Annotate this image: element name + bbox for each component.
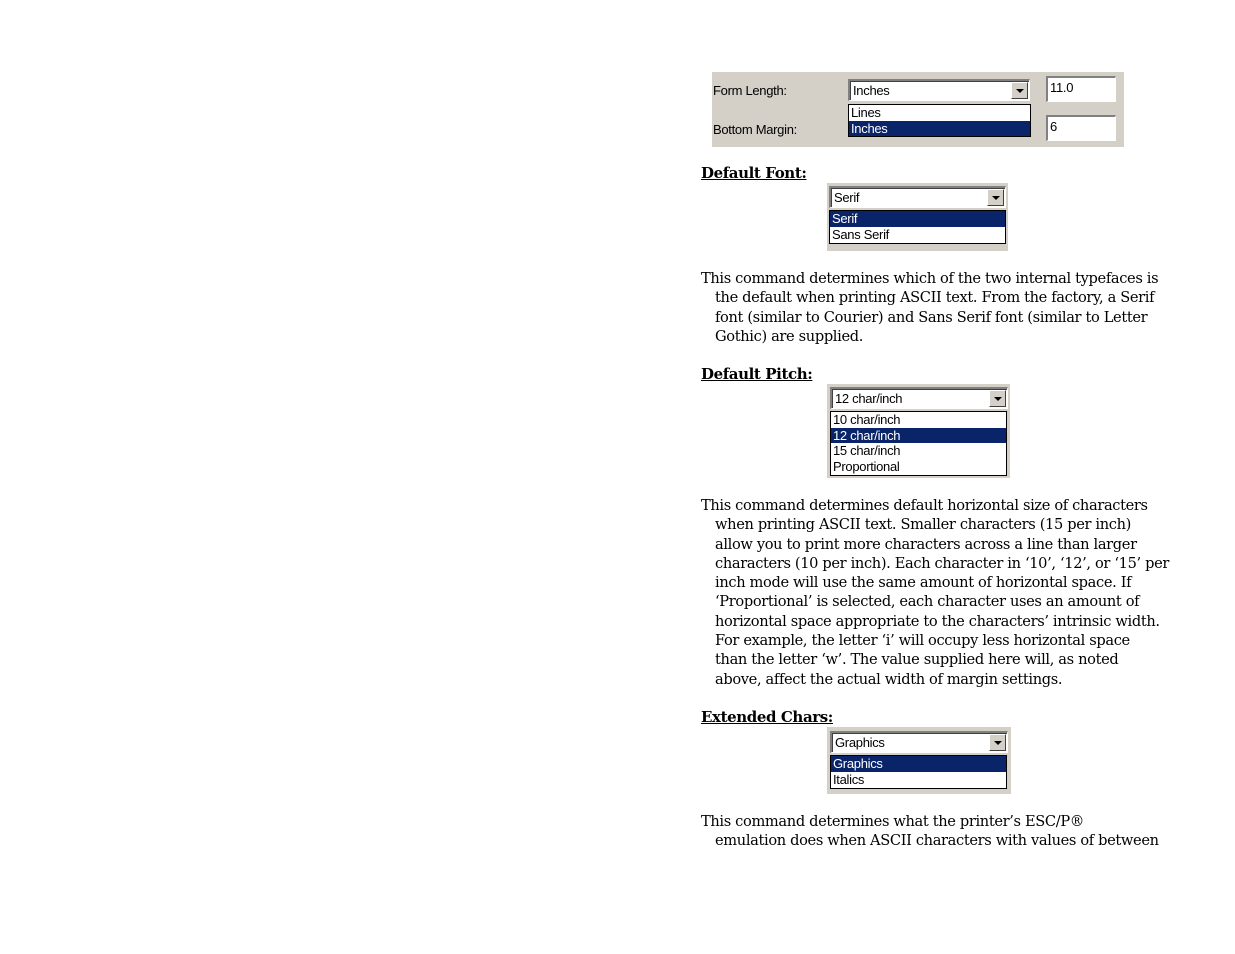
dropdown-option-15-cpi[interactable]: 15 char/inch [831,443,1006,459]
default-pitch-description: This command determines default horizont… [701,496,1169,689]
dropdown-option-graphics[interactable]: Graphics [831,756,1006,772]
paragraph-line: the default when printing ASCII text. Fr… [715,289,1155,307]
paragraph-line: Gothic) are supplied. [715,327,864,345]
extended-chars-value: Graphics [835,735,885,750]
bottom-margin-value: 6 [1050,119,1057,134]
default-font-value: Serif [834,190,860,205]
chevron-down-icon[interactable] [987,189,1004,206]
form-settings-panel: Form Length: Bottom Margin: Inches Lines… [712,72,1124,147]
chevron-down-icon[interactable] [989,390,1006,407]
default-pitch-control: 12 char/inch 10 char/inch 12 char/inch 1… [827,384,1010,478]
dropdown-option-sans-serif[interactable]: Sans Serif [830,227,1005,243]
extended-chars-description: This command determines what the printer… [701,812,1159,851]
default-font-description: This command determines which of the two… [701,269,1159,346]
default-pitch-dropdown: 10 char/inch 12 char/inch 15 char/inch P… [830,411,1007,476]
form-length-unit-value: Inches [853,83,890,98]
bottom-margin-input[interactable]: 6 [1046,115,1116,141]
paragraph-line: than the letter ‘w’. The value supplied … [715,651,1119,669]
paragraph-line: This command determines which of the two… [701,270,1159,287]
form-length-unit-dropdown: Lines Inches [848,104,1031,137]
chevron-down-icon[interactable] [1011,82,1028,99]
paragraph-line: when printing ASCII text. Smaller charac… [715,516,1131,534]
form-length-value: 11.0 [1050,80,1074,95]
default-pitch-heading: Default Pitch: [701,365,813,383]
form-length-unit-select[interactable]: Inches [848,79,1030,101]
dropdown-option-10-cpi[interactable]: 10 char/inch [831,412,1006,428]
dropdown-option-inches[interactable]: Inches [849,120,1030,136]
dropdown-option-serif[interactable]: Serif [830,211,1005,227]
default-pitch-select[interactable]: 12 char/inch [830,387,1008,409]
paragraph-line: ‘Proportional’ is selected, each charact… [715,593,1140,611]
paragraph-line: inch mode will use the same amount of ho… [715,574,1132,592]
extended-chars-dropdown: Graphics Italics [830,755,1007,789]
form-length-input[interactable]: 11.0 [1046,76,1116,102]
dropdown-option-lines[interactable]: Lines [849,105,1030,121]
paragraph-line: above, affect the actual width of margin… [715,670,1063,688]
chevron-down-icon[interactable] [989,734,1006,751]
bottom-margin-label: Bottom Margin: [713,122,797,137]
paragraph-line: This command determines what the printer… [701,813,1085,830]
dropdown-option-12-cpi[interactable]: 12 char/inch [831,427,1006,443]
paragraph-line: horizontal space appropriate to the char… [715,612,1160,630]
default-font-dropdown: Serif Sans Serif [829,210,1006,244]
default-font-select[interactable]: Serif [829,186,1006,208]
paragraph-line: characters (10 per inch). Each character… [715,554,1169,572]
extended-chars-control: Graphics Graphics Italics [827,727,1011,794]
paragraph-line: emulation does when ASCII characters wit… [715,832,1159,850]
default-pitch-value: 12 char/inch [835,391,903,406]
extended-chars-heading: Extended Chars: [701,708,833,726]
extended-chars-select[interactable]: Graphics [830,731,1008,753]
paragraph-line: For example, the letter ‘i’ will occupy … [715,632,1130,650]
dropdown-option-proportional[interactable]: Proportional [831,459,1006,475]
paragraph-line: allow you to print more characters acros… [715,535,1137,553]
paragraph-line: font (similar to Courier) and Sans Serif… [715,308,1148,326]
default-font-heading: Default Font: [701,164,807,182]
default-font-control: Serif Serif Sans Serif [827,183,1008,251]
paragraph-line: This command determines default horizont… [701,497,1148,514]
form-length-label: Form Length: [713,83,787,98]
dropdown-option-italics[interactable]: Italics [831,772,1006,788]
